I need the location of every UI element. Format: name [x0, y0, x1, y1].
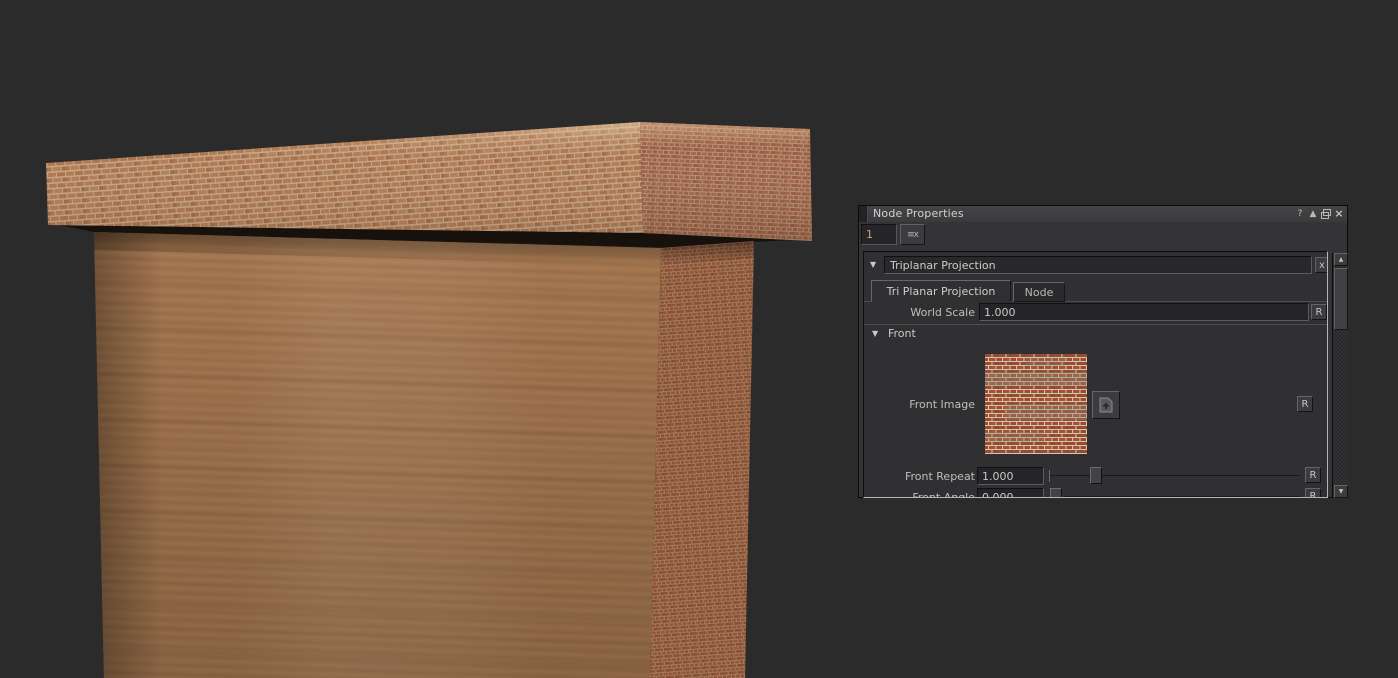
node-form: ▼ x Tri Planar Projection Node World Sca…	[863, 251, 1328, 498]
titlebar-grip[interactable]	[859, 206, 868, 222]
wall-right-face	[650, 241, 754, 678]
front-repeat-reset-button[interactable]: R	[1305, 467, 1321, 483]
front-repeat-slider-origin	[1049, 470, 1050, 482]
collapse-icon[interactable]: ▲	[1307, 207, 1319, 220]
panel-titlebar[interactable]: Node Properties ? ▲ ×	[859, 206, 1347, 222]
front-image-label: Front Image	[864, 398, 975, 411]
load-image-button[interactable]	[1092, 391, 1120, 419]
node-disclosure-icon[interactable]: ▼	[870, 260, 876, 269]
world-scale-reset-button[interactable]: R	[1311, 304, 1327, 320]
front-repeat-slider-track[interactable]	[1050, 475, 1300, 476]
node-name-field[interactable]	[884, 256, 1312, 274]
front-repeat-slider-handle[interactable]	[1090, 467, 1102, 484]
node-properties-panel: Node Properties ? ▲ × ≡x ▼ x	[858, 205, 1348, 498]
front-section-label: Front	[888, 327, 916, 340]
world-scale-label: World Scale	[864, 306, 975, 319]
tab-tri-planar-projection[interactable]: Tri Planar Projection	[871, 280, 1011, 302]
cap-right-face	[640, 122, 812, 241]
front-section-disclosure-icon[interactable]: ▼	[872, 329, 878, 338]
selection-count-input[interactable]	[861, 224, 897, 245]
front-angle-slider-handle[interactable]	[1050, 488, 1062, 498]
scroll-up-icon[interactable]: ▲	[1334, 253, 1348, 266]
application-window: Node Properties ? ▲ × ≡x ▼ x	[0, 0, 1398, 678]
front-section-header[interactable]: ▼ Front	[864, 324, 1328, 341]
front-image-reset-button[interactable]: R	[1297, 396, 1313, 412]
clear-list-icon[interactable]: ≡x	[900, 224, 925, 245]
tab-node[interactable]: Node	[1013, 282, 1065, 302]
front-angle-reset-button[interactable]: R	[1305, 488, 1321, 498]
front-angle-slider-track[interactable]	[1064, 496, 1300, 497]
front-image-thumbnail[interactable]	[985, 354, 1087, 454]
scrollbar-thumb[interactable]	[1334, 268, 1348, 330]
world-scale-input[interactable]	[979, 303, 1309, 321]
front-angle-label: Front Angle	[864, 491, 975, 498]
wall-front-face	[94, 232, 661, 678]
close-window-icon[interactable]: ×	[1333, 207, 1345, 220]
load-image-icon	[1099, 397, 1113, 413]
scroll-down-icon[interactable]: ▼	[1334, 485, 1348, 498]
panel-title: Node Properties	[873, 207, 964, 220]
front-angle-input[interactable]	[977, 488, 1044, 498]
form-scrollbar[interactable]: ▲ ▼	[1332, 253, 1348, 498]
front-repeat-input[interactable]	[977, 467, 1044, 485]
help-icon[interactable]: ?	[1294, 207, 1306, 220]
restore-window-icon[interactable]	[1320, 207, 1332, 220]
remove-node-button[interactable]: x	[1315, 257, 1328, 273]
front-repeat-label: Front Repeat	[864, 470, 975, 483]
